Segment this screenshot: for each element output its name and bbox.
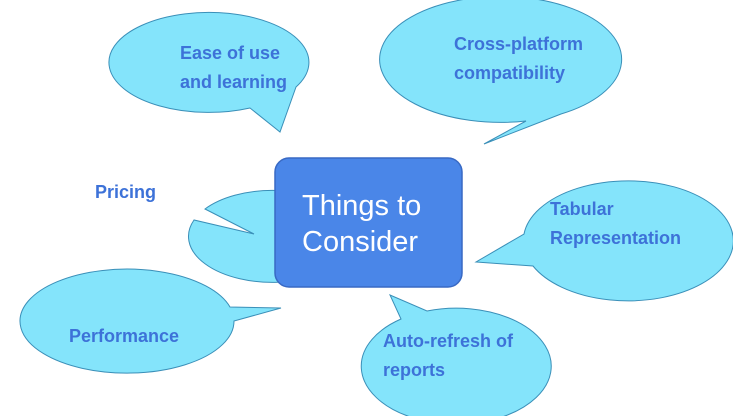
bubble-cross-line2: compatibility — [454, 63, 565, 83]
center-box — [274, 157, 463, 288]
speech-bubble-auto-refresh — [360, 294, 552, 416]
speech-bubble-performance — [19, 268, 282, 374]
bubble-autorefresh-line2: reports — [383, 360, 445, 380]
bubble-pricing-line1: Pricing — [95, 182, 156, 202]
bubble-tabular: Tabular Representation — [474, 180, 733, 302]
bubble-performance-line1: Performance — [69, 326, 179, 346]
bubble-cross-platform: Cross-platform compatibility — [379, 0, 623, 145]
bubble-ease-line1: Ease of use — [180, 43, 280, 63]
bubble-autorefresh-line1: Auto-refresh of — [383, 331, 514, 351]
center-title-line1: Things to — [302, 190, 421, 222]
diagram-canvas: Ease of use and learning Cross-platform … — [19, 0, 733, 416]
bubble-tabular-line2: Representation — [550, 228, 681, 248]
center-node: Things to Consider — [274, 157, 463, 288]
center-title-line2: Consider — [302, 226, 418, 258]
bubble-ease-line2: and learning — [180, 72, 287, 92]
bubble-cross-line1: Cross-platform — [454, 34, 583, 54]
bubble-performance: Performance — [19, 268, 282, 374]
bubble-ease-of-use: Ease of use and learning — [108, 11, 310, 133]
bubble-tabular-line1: Tabular — [550, 199, 614, 219]
bubble-auto-refresh: Auto-refresh of reports — [360, 294, 552, 416]
mind-map-diagram: Ease of use and learning Cross-platform … — [0, 0, 733, 416]
